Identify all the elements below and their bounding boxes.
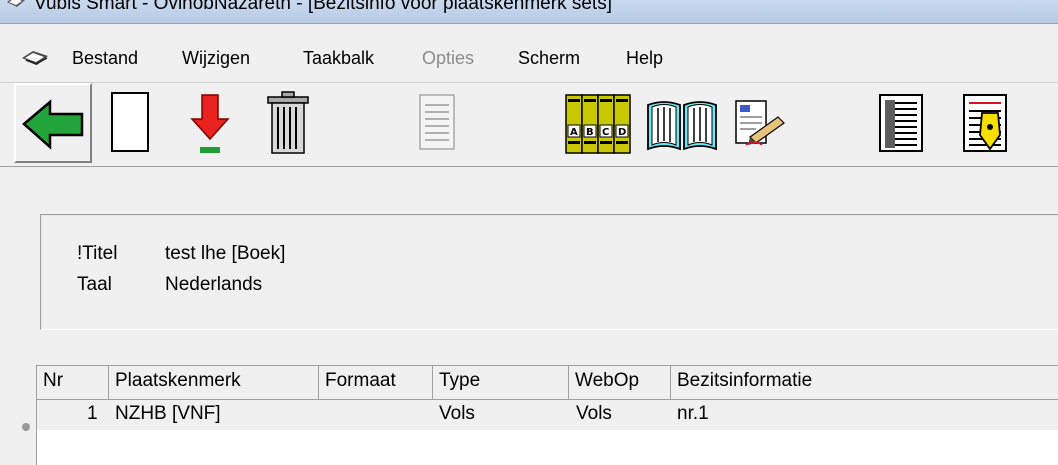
svg-text:D: D — [618, 127, 626, 138]
field-value-titel: test lhe [Boek] — [165, 243, 286, 264]
page-button — [412, 83, 462, 163]
svg-text:A: A — [570, 127, 578, 138]
cell-plaatskenmerk: NZHB [VNF] — [115, 403, 221, 424]
download-button[interactable] — [180, 83, 240, 163]
abcd-books-button[interactable]: ABCD — [558, 83, 642, 163]
record-info-panel: !Titel test lhe [Boek] Taal Nederlands — [40, 214, 1058, 330]
list-document-button[interactable] — [872, 83, 932, 163]
column-header-type[interactable]: Type — [433, 366, 569, 399]
menu-help[interactable]: Help — [626, 48, 663, 69]
open-book-icon — [647, 101, 717, 151]
row-indicator-strip — [16, 365, 36, 459]
download-arrow-icon — [190, 94, 230, 153]
column-header-formaat[interactable]: Formaat — [319, 366, 433, 399]
highlight-document-button[interactable] — [956, 83, 1016, 163]
edit-document-button[interactable] — [726, 83, 796, 163]
cell-bezitsinformatie: nr.1 — [677, 403, 709, 424]
field-label-taal: Taal — [77, 274, 112, 295]
app-menu-icon[interactable] — [20, 49, 50, 69]
page-icon — [419, 94, 455, 150]
cell-webop: Vols — [576, 403, 612, 424]
new-document-button[interactable] — [106, 83, 156, 163]
svg-text:C: C — [602, 127, 609, 138]
menu-scherm[interactable]: Scherm — [518, 48, 580, 69]
app-icon — [7, 0, 25, 7]
edit-document-icon — [735, 100, 785, 146]
column-header-plaatskenmerk[interactable]: Plaatskenmerk — [109, 366, 319, 399]
toolbar-separator — [0, 166, 1058, 167]
cell-nr: 1 — [87, 403, 98, 424]
menu-wijzigen[interactable]: Wijzigen — [182, 48, 250, 69]
cell-type: Vols — [439, 403, 475, 424]
current-row-indicator-icon — [22, 423, 30, 431]
svg-text:B: B — [586, 127, 594, 138]
holdings-grid: Nr Plaatskenmerk Formaat Type WebOp Bezi… — [36, 365, 1058, 465]
delete-button[interactable] — [258, 83, 318, 163]
back-arrow-icon — [22, 99, 84, 150]
back-button[interactable] — [14, 83, 92, 163]
trash-icon — [267, 91, 309, 154]
abcd-books-icon: ABCD — [565, 94, 631, 154]
column-header-bezitsinformatie[interactable]: Bezitsinformatie — [671, 366, 1058, 399]
window-titlebar: Vubis Smart - OvinobNazareth - [Bezitsin… — [0, 0, 1058, 24]
column-header-webop[interactable]: WebOp — [569, 366, 671, 399]
list-document-icon — [879, 94, 923, 152]
column-header-nr[interactable]: Nr — [37, 366, 109, 399]
menu-bestand[interactable]: Bestand — [72, 48, 138, 69]
open-book-button[interactable] — [642, 83, 722, 163]
new-document-icon — [111, 92, 149, 152]
toolbar: ABCD — [0, 82, 1058, 166]
field-value-taal: Nederlands — [165, 274, 263, 295]
menu-bar: Bestand Wijzigen Taakbalk Opties Scherm … — [0, 44, 1058, 74]
field-label-titel: !Titel — [77, 243, 118, 264]
window-title: Vubis Smart - OvinobNazareth - [Bezitsin… — [34, 0, 612, 14]
table-row[interactable]: 1 NZHB [VNF] Vols Vols nr.1 — [37, 400, 1058, 430]
grid-header: Nr Plaatskenmerk Formaat Type WebOp Bezi… — [37, 366, 1058, 400]
document-highlight-icon — [963, 94, 1007, 152]
menu-opties: Opties — [422, 48, 475, 68]
menu-taakbalk[interactable]: Taakbalk — [303, 48, 374, 69]
